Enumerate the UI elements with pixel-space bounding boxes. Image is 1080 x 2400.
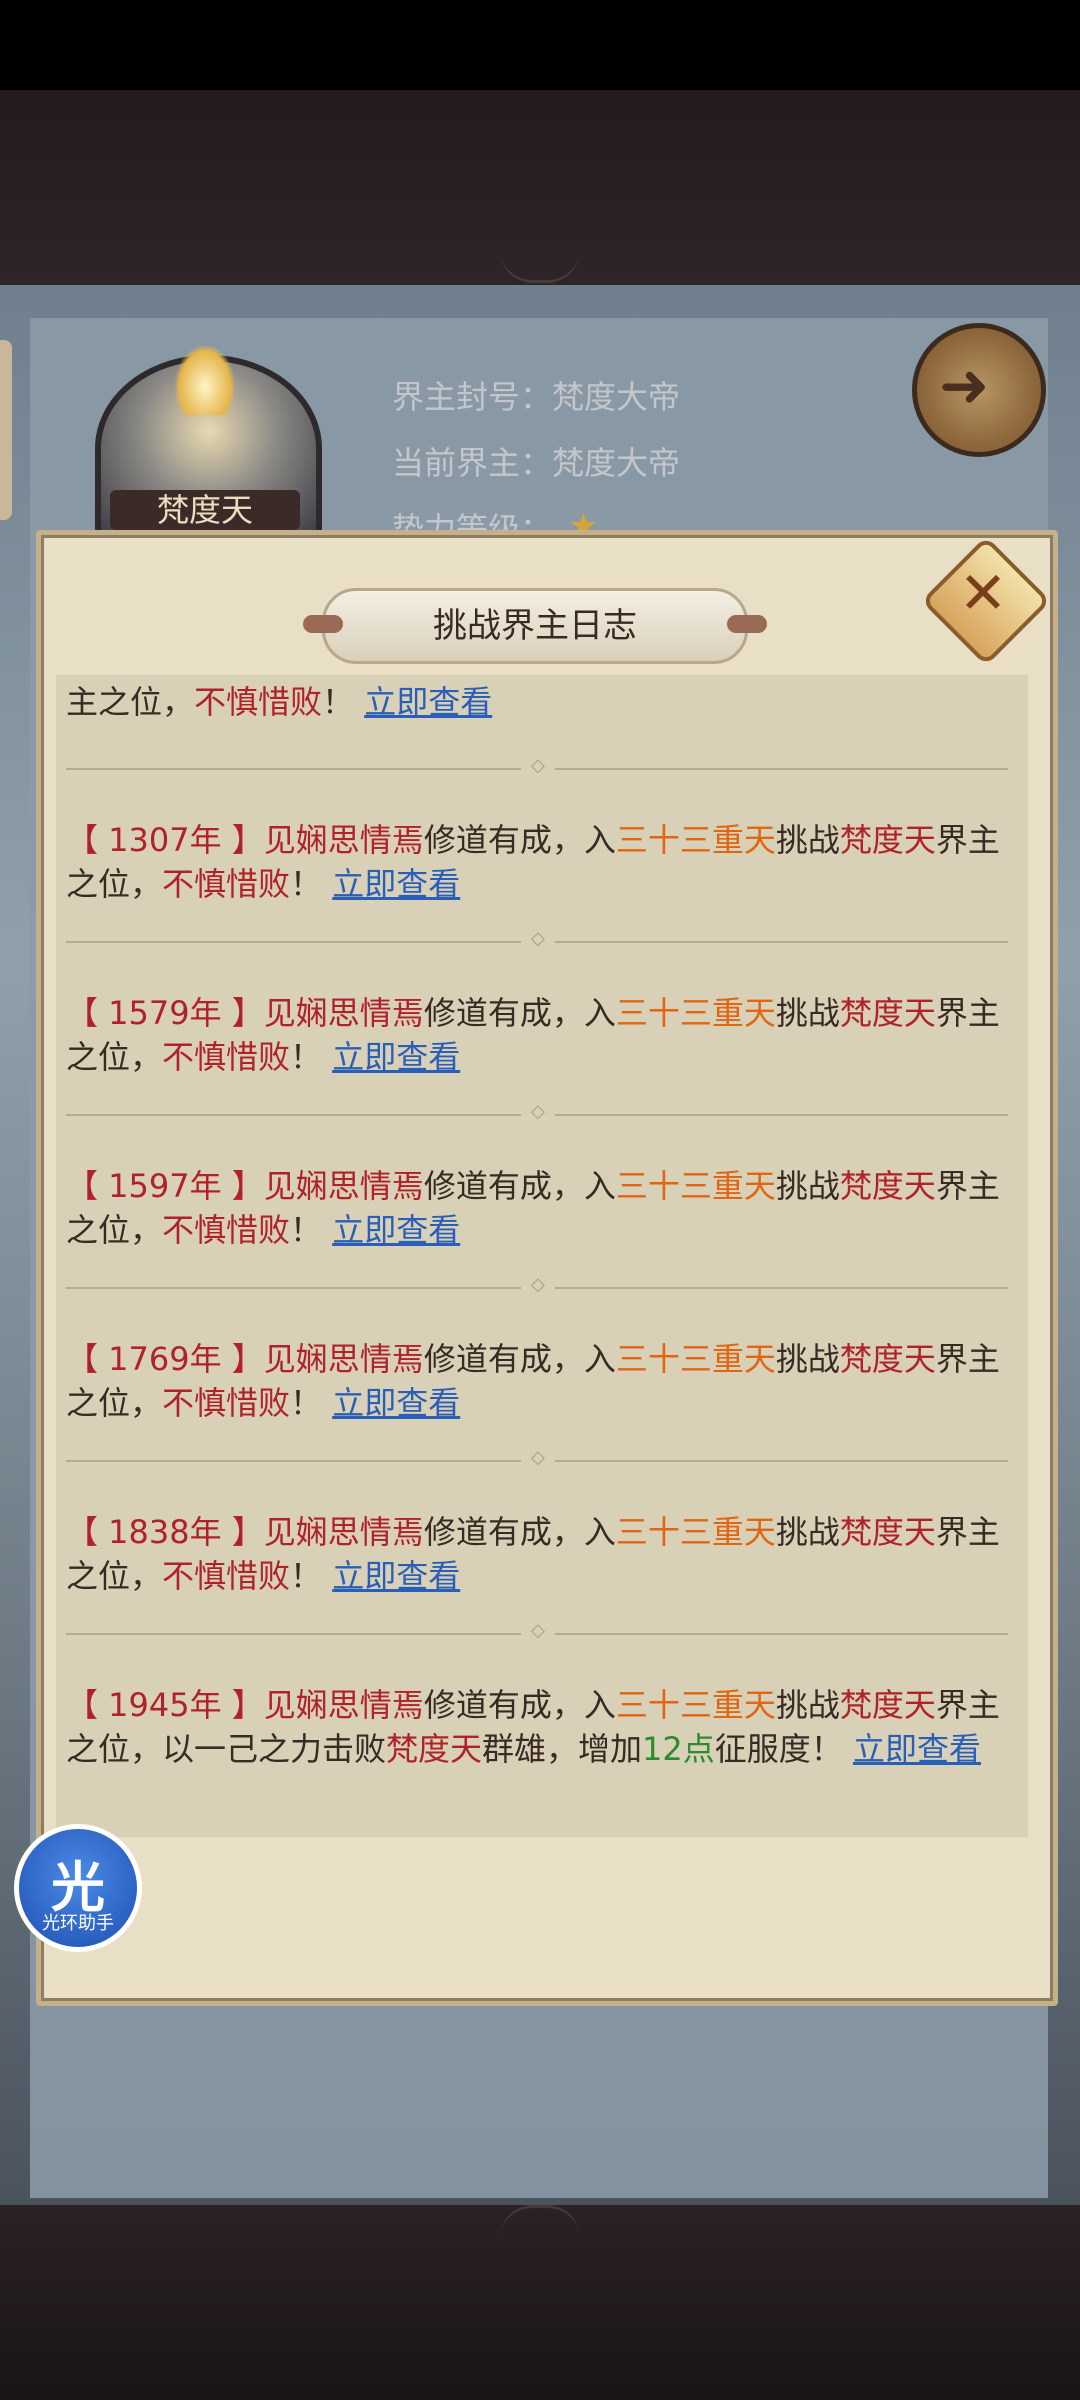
- view-now-link[interactable]: 立即查看: [332, 865, 460, 903]
- log-text: ！: [290, 1211, 333, 1249]
- log-text: 主之位，: [66, 683, 195, 721]
- view-now-link[interactable]: 立即查看: [332, 1557, 460, 1595]
- log-entry: 【 1838年 】见娴思情焉修道有成，入三十三重天挑战梵度天界主之位，不慎惜败！…: [66, 1510, 1006, 1598]
- log-dialog: [36, 530, 1058, 2006]
- dialog-title: 挑战界主日志: [433, 606, 637, 646]
- log-text: 见娴思情焉: [263, 821, 424, 859]
- log-text: ！: [290, 1384, 333, 1422]
- helper-label: 光环助手: [42, 1913, 114, 1934]
- entry-divider: [66, 755, 1008, 776]
- log-text: 12点: [642, 1730, 715, 1768]
- log-text: 见娴思情焉: [263, 1340, 424, 1378]
- log-text: 三十三重天: [615, 1513, 776, 1551]
- log-text: 梵度天: [839, 1686, 936, 1724]
- log-text: 【 1838年 】: [66, 1513, 264, 1551]
- log-text: 梵度天: [386, 1730, 483, 1768]
- entry-divider: [66, 1447, 1008, 1468]
- log-text: ！: [290, 1038, 333, 1076]
- log-text: 挑战: [775, 821, 840, 859]
- side-tab[interactable]: [0, 340, 12, 520]
- view-now-link[interactable]: 立即查看: [364, 683, 492, 721]
- log-text: 三十三重天: [615, 1340, 776, 1378]
- log-text: 三十三重天: [615, 994, 776, 1032]
- log-text: 不慎惜败: [162, 1557, 291, 1595]
- dialog-title-plate: 挑战界主日志: [303, 588, 767, 664]
- log-text: 挑战: [775, 1340, 840, 1378]
- log-text: 三十三重天: [615, 1686, 776, 1724]
- log-text: 不慎惜败: [162, 1211, 291, 1249]
- view-now-link[interactable]: 立即查看: [853, 1730, 981, 1768]
- log-text: 梵度天: [839, 1340, 936, 1378]
- log-text: 修道有成，入: [423, 1340, 616, 1378]
- view-now-link[interactable]: 立即查看: [332, 1038, 460, 1076]
- avatar-name-label: 梵度天: [110, 490, 300, 530]
- log-text: 三十三重天: [615, 821, 776, 859]
- log-entry: 【 1307年 】见娴思情焉修道有成，入三十三重天挑战梵度天界主之位，不慎惜败！…: [66, 818, 1006, 906]
- log-entry: 【 1945年 】见娴思情焉修道有成，入三十三重天挑战梵度天界主之位，以一己之力…: [66, 1683, 1006, 1771]
- current-lord-info: 当前界主：梵度大帝: [392, 444, 681, 482]
- log-text: 【 1945年 】: [66, 1686, 264, 1724]
- log-text: 不慎惜败: [162, 1038, 291, 1076]
- entry-divider: [66, 1274, 1008, 1295]
- entry-divider: [66, 1101, 1008, 1122]
- log-text: 挑战: [775, 1167, 840, 1205]
- log-text: 挑战: [775, 994, 840, 1032]
- log-text: ！: [322, 683, 365, 721]
- log-entry: 【 1579年 】见娴思情焉修道有成，入三十三重天挑战梵度天界主之位，不慎惜败！…: [66, 991, 1006, 1079]
- log-text: 【 1307年 】: [66, 821, 264, 859]
- log-text: 不慎惜败: [162, 865, 291, 903]
- log-entry: 【 1769年 】见娴思情焉修道有成，入三十三重天挑战梵度天界主之位，不慎惜败！…: [66, 1337, 1006, 1425]
- log-text: 见娴思情焉: [263, 1167, 424, 1205]
- log-text: 修道有成，入: [423, 994, 616, 1032]
- log-text: 挑战: [775, 1686, 840, 1724]
- flame-emblem-icon: [175, 345, 235, 415]
- status-bar-area: [0, 0, 1080, 90]
- title-info: 界主封号：梵度大帝: [392, 378, 681, 416]
- log-text: 修道有成，入: [423, 1686, 616, 1724]
- log-text: 【 1769年 】: [66, 1340, 264, 1378]
- log-text: ！: [290, 1557, 333, 1595]
- log-text: 梵度天: [839, 994, 936, 1032]
- log-entry: 【 1597年 】见娴思情焉修道有成，入三十三重天挑战梵度天界主之位，不慎惜败！…: [66, 1164, 1006, 1252]
- log-text: 【 1597年 】: [66, 1167, 264, 1205]
- log-text: 【 1579年 】: [66, 994, 264, 1032]
- close-icon[interactable]: ✕: [950, 560, 1016, 626]
- log-text: 梵度天: [839, 1513, 936, 1551]
- log-text: 见娴思情焉: [263, 994, 424, 1032]
- helper-floating-button[interactable]: 光 光环助手: [14, 1824, 142, 1952]
- log-text: 见娴思情焉: [263, 1513, 424, 1551]
- view-now-link[interactable]: 立即查看: [332, 1384, 460, 1422]
- entry-divider: [66, 928, 1008, 949]
- log-entry: 主之位，不慎惜败！ 立即查看: [66, 680, 1006, 724]
- back-button[interactable]: ➜: [912, 323, 1046, 457]
- log-text: 修道有成，入: [423, 1513, 616, 1551]
- back-arrow-icon: ➜: [939, 351, 990, 421]
- log-text: 挑战: [775, 1513, 840, 1551]
- log-text: 见娴思情焉: [263, 1686, 424, 1724]
- view-now-link[interactable]: 立即查看: [332, 1211, 460, 1249]
- log-text: 修道有成，入: [423, 821, 616, 859]
- entry-divider: [66, 1620, 1008, 1641]
- log-text: 梵度天: [839, 1167, 936, 1205]
- log-text: 修道有成，入: [423, 1167, 616, 1205]
- log-text: 征服度！: [714, 1730, 853, 1768]
- log-text: 群雄，增加: [482, 1730, 643, 1768]
- log-text: 梵度天: [839, 821, 936, 859]
- log-text: 三十三重天: [615, 1167, 776, 1205]
- log-text: ！: [290, 865, 333, 903]
- log-text: 不慎惜败: [162, 1384, 291, 1422]
- log-text: 不慎惜败: [194, 683, 323, 721]
